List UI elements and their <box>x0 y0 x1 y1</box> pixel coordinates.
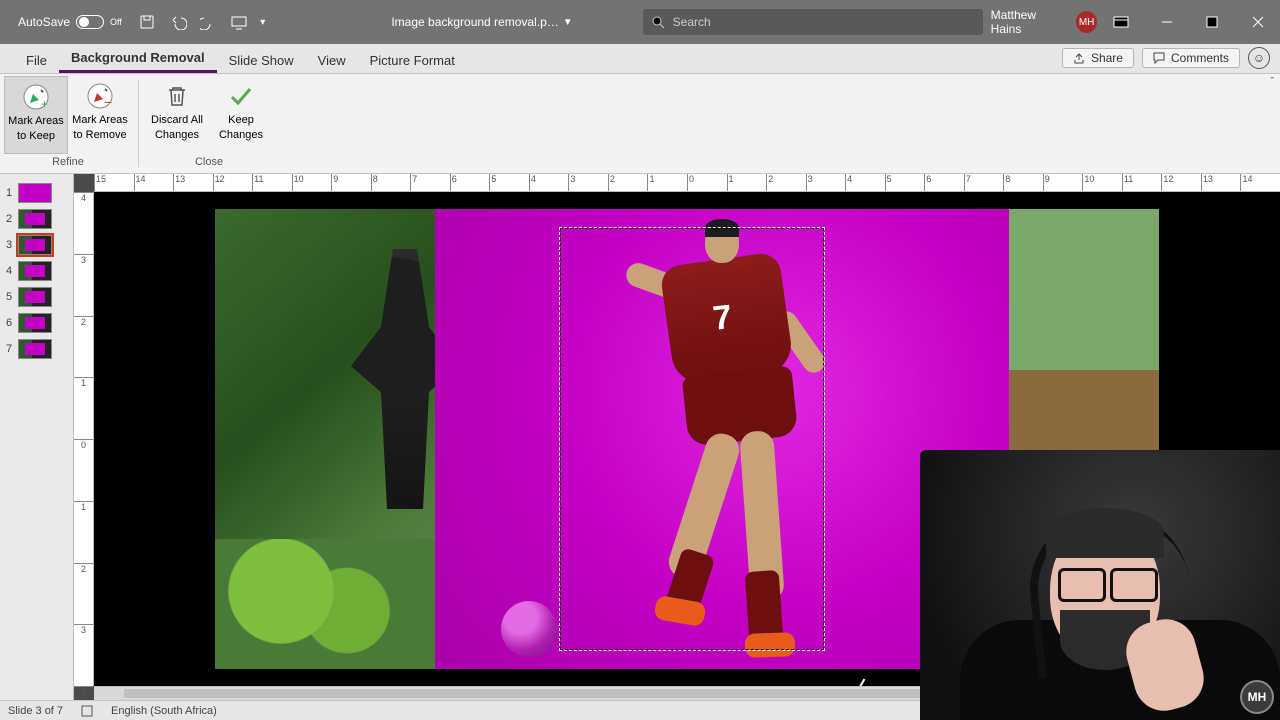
ribbon-group-refine: + Mark Areas to Keep − Mark Areas to Rem… <box>0 74 136 173</box>
comments-button[interactable]: Comments <box>1142 48 1240 68</box>
user-name[interactable]: Matthew Hains <box>983 8 1074 36</box>
jersey-number: 7 <box>711 298 734 339</box>
search-placeholder: Search <box>673 15 711 29</box>
window-maximize-button[interactable] <box>1191 0 1235 44</box>
thumbnail-slide-2[interactable]: 2 <box>0 206 73 232</box>
thumbnail-slide-1[interactable]: 1 <box>0 180 73 206</box>
window-close-button[interactable] <box>1236 0 1280 44</box>
group-label-refine: Refine <box>4 154 132 170</box>
mark-keep-l2: to Keep <box>17 130 55 143</box>
mark-keep-l1: Mark Areas <box>8 115 64 128</box>
mark-areas-to-keep-button[interactable]: + Mark Areas to Keep <box>4 76 68 154</box>
discard-l1: Discard All <box>151 114 203 127</box>
mark-areas-to-remove-button[interactable]: − Mark Areas to Remove <box>68 76 132 154</box>
ribbon-mode-button[interactable] <box>1099 0 1143 44</box>
thumbnail-slide-6[interactable]: 6 <box>0 310 73 336</box>
share-button[interactable]: Share <box>1062 48 1134 68</box>
autosave-state: Off <box>110 17 122 27</box>
ribbon-group-close: Discard All Changes Keep Changes Close <box>141 74 277 173</box>
keep-l2: Changes <box>219 129 263 142</box>
document-title-text: Image background removal.p… <box>391 15 558 29</box>
keep-changes-button[interactable]: Keep Changes <box>209 76 273 154</box>
window-minimize-button[interactable] <box>1145 0 1189 44</box>
keep-l1: Keep <box>228 114 254 127</box>
qat-more-button[interactable]: ▾ <box>254 0 271 44</box>
feedback-button[interactable]: ☺ <box>1248 47 1270 69</box>
soccer-ball <box>501 601 557 657</box>
document-title[interactable]: Image background removal.p… ▼ <box>391 15 572 29</box>
title-bar: AutoSave Off ▾ Image background removal.… <box>0 0 1280 44</box>
webcam-logo: MH <box>1240 680 1274 714</box>
ribbon-tabs: File Background Removal Slide Show View … <box>0 44 1280 74</box>
present-button[interactable] <box>224 0 255 44</box>
slide-counter[interactable]: Slide 3 of 7 <box>8 705 63 717</box>
background-garden-left <box>215 209 435 669</box>
accessibility-button[interactable] <box>77 705 97 717</box>
mark-remove-l2: to Remove <box>73 129 126 142</box>
horizontal-ruler: 1514131211109876543210123456789101112131… <box>94 174 1280 192</box>
thumbnail-slide-5[interactable]: 5 <box>0 284 73 310</box>
share-label: Share <box>1091 51 1123 65</box>
tab-slide-show[interactable]: Slide Show <box>217 47 306 73</box>
autosave-label: AutoSave <box>18 15 70 29</box>
check-icon <box>225 80 257 112</box>
svg-text:+: + <box>41 97 48 111</box>
redo-button[interactable] <box>193 0 224 44</box>
tab-picture-format[interactable]: Picture Format <box>358 47 467 73</box>
tab-view[interactable]: View <box>306 47 358 73</box>
search-icon <box>651 15 665 29</box>
mark-cursor-icon <box>854 678 868 686</box>
tab-file[interactable]: File <box>14 47 59 73</box>
thumbnail-slide-3[interactable]: 3 <box>0 232 73 258</box>
collapse-ribbon-button[interactable]: ˆ <box>1270 76 1274 88</box>
thumbnail-slide-4[interactable]: 4 <box>0 258 73 284</box>
pencil-plus-icon: + <box>20 81 52 113</box>
webcam-overlay: MH <box>920 450 1280 720</box>
mark-remove-l1: Mark Areas <box>72 114 128 127</box>
foreground-player[interactable]: 7 <box>595 221 855 661</box>
tab-background-removal[interactable]: Background Removal <box>59 44 217 73</box>
ribbon-separator <box>138 80 139 167</box>
undo-button[interactable] <box>162 0 193 44</box>
search-input[interactable]: Search <box>643 9 983 35</box>
discard-all-changes-button[interactable]: Discard All Changes <box>145 76 209 154</box>
save-button[interactable] <box>132 0 163 44</box>
chevron-down-icon: ▼ <box>563 17 573 28</box>
discard-l2: Changes <box>155 129 199 142</box>
slide-thumbnails-panel[interactable]: 1234567 <box>0 174 74 700</box>
share-icon <box>1073 52 1085 64</box>
comments-label: Comments <box>1171 51 1229 65</box>
ribbon: + Mark Areas to Keep − Mark Areas to Rem… <box>0 74 1280 174</box>
comment-icon <box>1153 52 1165 64</box>
thumbnail-slide-7[interactable]: 7 <box>0 336 73 362</box>
user-avatar[interactable]: MH <box>1076 11 1097 33</box>
language-button[interactable]: English (South Africa) <box>111 705 217 717</box>
vertical-ruler: 432101234 <box>74 192 94 686</box>
svg-text:−: − <box>104 94 112 110</box>
trash-icon <box>161 80 193 112</box>
group-label-close: Close <box>145 154 273 170</box>
autosave-toggle[interactable]: AutoSave Off <box>0 15 132 29</box>
autosave-switch-icon[interactable] <box>76 15 104 29</box>
pencil-minus-icon: − <box>84 80 116 112</box>
